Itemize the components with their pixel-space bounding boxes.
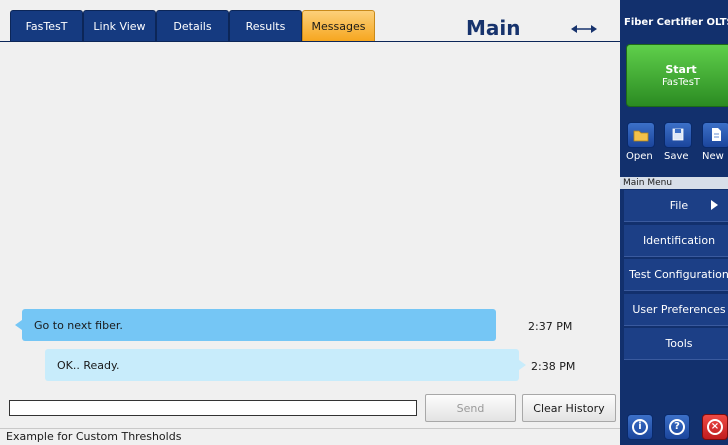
tab-results-label: Results xyxy=(245,20,286,33)
open-button[interactable] xyxy=(627,122,655,148)
save-button[interactable] xyxy=(664,122,692,148)
message-time: 2:38 PM xyxy=(531,360,576,373)
open-label: Open xyxy=(626,151,653,162)
message-history: Go to next fiber. 2:37 PM OK.. Ready. 2:… xyxy=(0,42,620,392)
message-bubble-received: OK.. Ready. xyxy=(45,349,526,381)
tab-link-view-label: Link View xyxy=(93,20,146,33)
tab-results[interactable]: Results xyxy=(229,10,302,42)
menu-item-label: Identification xyxy=(642,234,716,247)
submenu-arrow-icon xyxy=(711,200,718,210)
tab-messages-label: Messages xyxy=(311,20,366,33)
app-title: Fiber Certifier OLTS xyxy=(624,17,728,28)
tab-messages[interactable]: Messages xyxy=(302,10,375,42)
tab-details[interactable]: Details xyxy=(156,10,229,42)
page-title: Main xyxy=(466,16,521,40)
menu-item-label: User Preferences xyxy=(632,303,726,316)
message-text: Go to next fiber. xyxy=(34,318,123,332)
tab-bar: FasTesT Link View Details Results Messag… xyxy=(0,0,620,42)
menu-item-label: Tools xyxy=(665,337,693,350)
double-arrow-icon[interactable] xyxy=(571,24,597,34)
info-button[interactable]: i xyxy=(627,414,653,440)
menu-item-label: Test Configuration xyxy=(629,268,728,281)
tab-fastest[interactable]: FasTesT xyxy=(10,10,83,42)
floppy-disk-icon xyxy=(672,128,684,141)
menu-item-label: File xyxy=(669,199,689,212)
tab-fastest-label: FasTesT xyxy=(25,20,68,33)
menu-item-identification[interactable]: Identification xyxy=(624,225,728,257)
clear-history-button[interactable]: Clear History xyxy=(522,394,616,422)
help-button[interactable]: ? xyxy=(664,414,690,440)
main-area: FasTesT Link View Details Results Messag… xyxy=(0,0,620,445)
message-input[interactable] xyxy=(9,400,417,416)
start-label: Start xyxy=(665,63,697,76)
message-text: OK.. Ready. xyxy=(57,358,120,372)
document-icon xyxy=(712,128,721,141)
send-button[interactable]: Send xyxy=(425,394,516,422)
status-bar: Example for Custom Thresholds xyxy=(0,428,620,445)
folder-icon xyxy=(633,130,649,142)
menu-item-file[interactable]: File xyxy=(624,190,728,222)
new-label: New xyxy=(702,151,724,162)
menu-item-test-configuration[interactable]: Test Configuration xyxy=(624,259,728,291)
save-label: Save xyxy=(664,151,689,162)
close-icon: × xyxy=(707,419,723,435)
menu-item-tools[interactable]: Tools xyxy=(624,328,728,360)
info-icon: i xyxy=(632,419,648,435)
new-button[interactable] xyxy=(702,122,728,148)
message-time: 2:37 PM xyxy=(528,320,573,333)
start-sublabel: FasTesT xyxy=(661,77,701,88)
start-fastest-button[interactable]: Start FasTesT xyxy=(626,44,728,107)
help-icon: ? xyxy=(669,419,685,435)
close-button[interactable]: × xyxy=(702,414,728,440)
side-panel: Fiber Certifier OLTS Start FasTesT Open … xyxy=(620,0,728,445)
tab-details-label: Details xyxy=(173,20,212,33)
tab-link-view[interactable]: Link View xyxy=(83,10,156,42)
status-text: Example for Custom Thresholds xyxy=(6,430,182,443)
menu-item-user-preferences[interactable]: User Preferences xyxy=(624,294,728,326)
message-bubble-sent: Go to next fiber. xyxy=(15,309,496,341)
main-menu-title: Main Menu xyxy=(620,177,728,189)
